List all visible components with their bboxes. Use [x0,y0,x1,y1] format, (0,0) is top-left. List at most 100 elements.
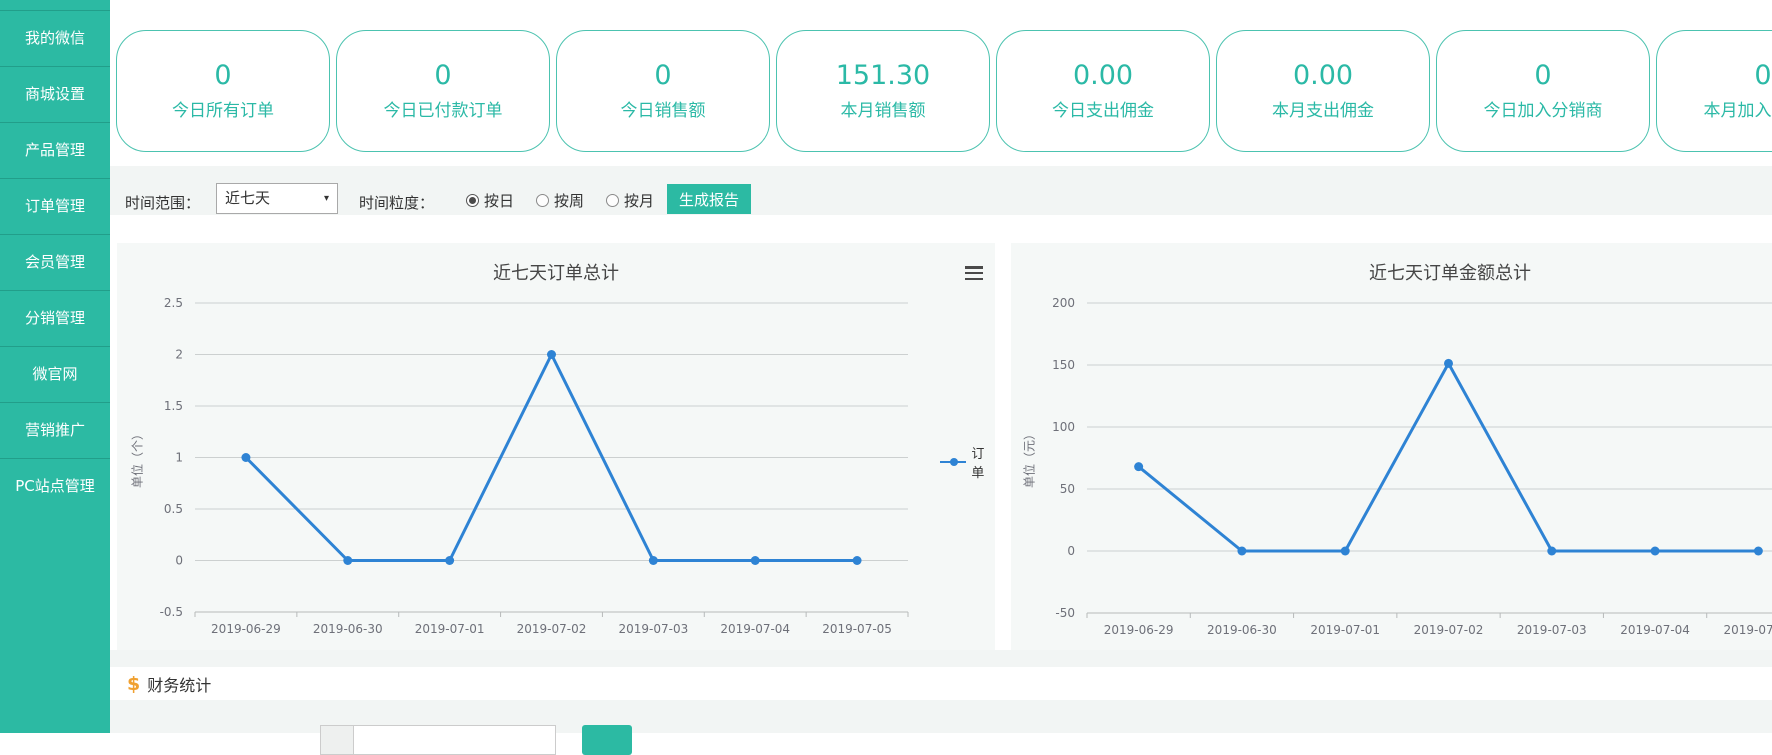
data-point[interactable] [853,556,862,565]
stat-card-label: 本月加入分销商 [1704,103,1772,120]
chart-canvas: 200 150 100 50 0 -50 2019-06-29 2019-06-30 2019-… [1011,243,1772,650]
x-tick-label: 2019-06-29 [1104,623,1174,637]
radio-option-label: 按日 [484,190,514,211]
radio-unselected-icon[interactable] [606,194,619,207]
data-point[interactable] [1651,547,1660,556]
stat-card-value: 0 [434,62,451,89]
x-tick-label: 2019-07-03 [1517,623,1587,637]
data-point[interactable] [751,556,760,565]
finance-title: 财务统计 [147,672,211,696]
sidebar: 我的微信商城设置产品管理订单管理会员管理分销管理微官网营销推广PC站点管理 [0,0,110,733]
generate-report-button[interactable]: 生成报告 [667,184,751,214]
x-tick-label: 2019-07-04 [720,622,790,636]
data-point[interactable] [445,556,454,565]
stat-card: 0.00 本月支出佣金 [1216,30,1430,152]
x-tick-label: 2019-07-02 [1414,623,1484,637]
stat-card: 0 本月加入分销商 [1656,30,1772,152]
y-tick-label: 100 [1052,420,1075,434]
stat-card-value: 0 [1754,62,1771,89]
stat-card-label: 今日销售额 [621,103,706,120]
data-point[interactable] [1134,462,1143,471]
data-point[interactable] [649,556,658,565]
y-tick-label: 1 [175,451,183,465]
order-amount-chart: 近七天订单金额总计 单位（元） 订单 200150100500-502019-0… [1011,243,1772,650]
stat-card-label: 今日加入分销商 [1484,103,1603,120]
data-point[interactable] [1754,547,1763,556]
sidebar-item-8[interactable]: PC站点管理 [0,458,110,514]
y-tick-label: 1.5 [164,399,183,413]
series-line [1139,363,1759,551]
y-tick-label: 200 [1052,296,1075,310]
dollar-icon: $ [127,673,140,695]
y-tick-label: 2 [175,348,183,362]
radio-unselected-icon[interactable] [536,194,549,207]
stat-card-value: 0 [214,62,231,89]
data-point[interactable] [241,453,250,462]
stat-card-label: 本月支出佣金 [1272,103,1374,120]
x-tick-label: 2019-07-04 [1620,623,1690,637]
data-point[interactable] [1547,547,1556,556]
sidebar-item-0[interactable]: 我的微信 [0,10,110,66]
stat-card: 0 今日所有订单 [116,30,330,152]
input-addon [320,725,354,755]
x-tick-label: 2019-06-30 [1207,623,1277,637]
radio-option-label: 按周 [554,190,584,211]
x-tick-label: 2019-07-05 [822,622,892,636]
sidebar-item-6[interactable]: 微官网 [0,346,110,402]
data-point[interactable] [1237,547,1246,556]
stat-card: 0 今日加入分销商 [1436,30,1650,152]
x-tick-label: 2019-07-01 [415,622,485,636]
radio-selected-icon[interactable] [466,194,479,207]
x-tick-label: 2019-06-29 [211,622,281,636]
data-point[interactable] [343,556,352,565]
y-tick-label: 0 [1067,544,1075,558]
y-tick-label: 2.5 [164,296,183,310]
time-range-label: 时间范围： [125,192,200,213]
y-tick-label: -50 [1055,606,1075,620]
radio-option-2[interactable]: 按月 [606,190,654,211]
data-point[interactable] [1341,547,1350,556]
data-point[interactable] [1444,359,1453,368]
sidebar-item-2[interactable]: 产品管理 [0,122,110,178]
x-tick-label: 2019-07-03 [618,622,688,636]
stat-card-value: 0 [1534,62,1551,89]
radio-option-label: 按月 [624,190,654,211]
stat-card: 151.30 本月销售额 [776,30,990,152]
chevron-down-icon: ▾ [324,184,329,213]
time-range-select[interactable]: 近七天 ▾ [216,183,338,214]
sidebar-item-7[interactable]: 营销推广 [0,402,110,458]
x-tick-label: 2019-07-05 [1723,623,1772,637]
sidebar-item-3[interactable]: 订单管理 [0,178,110,234]
y-tick-label: 50 [1060,482,1075,496]
stat-card: 0.00今日支出佣金 [996,30,1210,152]
sidebar-item-5[interactable]: 分销管理 [0,290,110,346]
finance-filter-input[interactable] [353,725,556,755]
orders-chart: 近七天订单总计 单位（个） 订单 2.521.510.50-0.52019-06… [117,243,995,650]
sidebar-item-4[interactable]: 会员管理 [0,234,110,290]
granularity-radio-group: 按日 按周 按月 [466,190,654,211]
y-tick-label: 0 [175,554,183,568]
stat-card-label: 今日所有订单 [172,103,274,120]
y-tick-label: 150 [1052,358,1075,372]
stat-card-value: 0 [654,62,671,89]
stat-card-value: 0.00 [1293,62,1353,89]
dashboard-page: { "colors": { "teal": "#2cbaa3", "teal_b… [0,0,1772,733]
sidebar-item-1[interactable]: 商城设置 [0,66,110,122]
stat-card-label: 今日支出佣金 [1052,103,1154,120]
stat-card: 0 今日销售额 [556,30,770,152]
stat-card-label: 今日已付款订单 [384,103,503,120]
data-point[interactable] [547,350,556,359]
finance-submit-button[interactable] [582,725,632,755]
radio-option-1[interactable]: 按周 [536,190,584,211]
granularity-label: 时间粒度： [359,192,434,213]
finance-section-header: $ 财务统计 [110,667,1772,700]
x-tick-label: 2019-06-30 [313,622,383,636]
stat-card-value: 151.30 [836,62,930,89]
y-tick-label: 0.5 [164,502,183,516]
chart-canvas: 2.521.510.50-0.52019-06-292019-06-302019… [117,243,995,650]
radio-option-0[interactable]: 按日 [466,190,514,211]
stat-cards-row: 0今日所有订单0今日已付款订单0今日销售额151.30本月销售额0.00今日支出… [116,30,1772,152]
stat-card: 0 今日已付款订单 [336,30,550,152]
time-range-value: 近七天 [225,189,270,207]
stat-card-label: 本月销售额 [841,103,926,120]
